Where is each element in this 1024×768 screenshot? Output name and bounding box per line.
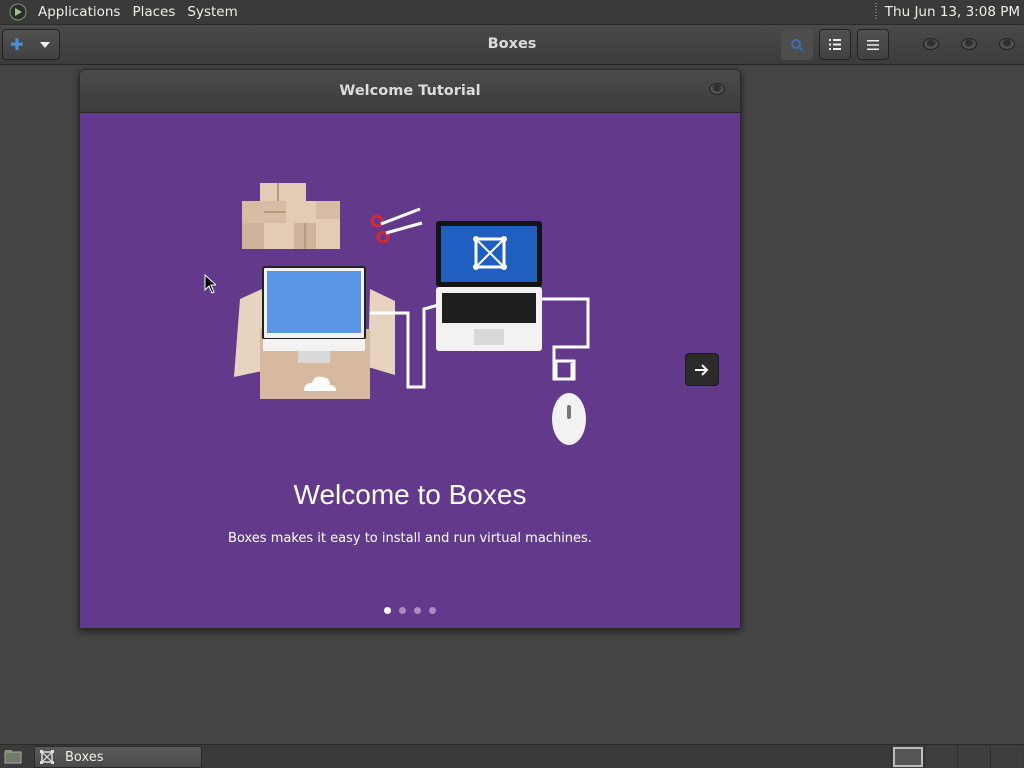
- dialog-header: Welcome Tutorial: [80, 70, 740, 113]
- minimize-icon: [923, 38, 939, 50]
- taskbar-window-boxes[interactable]: Boxes: [34, 746, 202, 768]
- panel-separator: [874, 3, 877, 21]
- computer-in-box-icon: [234, 266, 395, 399]
- dialog-close-button[interactable]: [708, 82, 726, 96]
- welcome-description: Boxes makes it easy to install and run v…: [228, 531, 592, 546]
- minimize-button[interactable]: [922, 37, 940, 51]
- bottom-panel: Boxes: [0, 744, 1024, 768]
- plus-icon: ✚: [10, 35, 24, 54]
- close-button[interactable]: [998, 37, 1016, 51]
- parcels-icon: [242, 183, 340, 249]
- dialog-title: Welcome Tutorial: [339, 83, 481, 99]
- places-menu[interactable]: Places: [126, 4, 181, 20]
- welcome-heading: Welcome to Boxes: [293, 479, 527, 510]
- maximize-icon: [961, 38, 977, 50]
- maximize-button[interactable]: [960, 37, 978, 51]
- page-dot[interactable]: [384, 607, 391, 614]
- page-dot[interactable]: [399, 607, 406, 614]
- clock[interactable]: Thu Jun 13, 3:08 PM: [885, 4, 1024, 20]
- page-indicator: [80, 607, 740, 614]
- chevron-down-icon: [31, 41, 59, 48]
- header-bar: ✚ Boxes: [0, 25, 1024, 65]
- arrow-right-icon: [695, 363, 709, 376]
- mouse-icon: [552, 359, 586, 445]
- boxes-illustration: [234, 183, 590, 445]
- workspace-4[interactable]: [990, 746, 1023, 768]
- welcome-tutorial-dialog: Welcome Tutorial Welcome to Boxes Boxes …: [79, 69, 741, 629]
- search-icon: [791, 38, 804, 52]
- taskbar-window-label: Boxes: [65, 749, 104, 765]
- close-icon: [709, 83, 725, 95]
- close-icon: [999, 38, 1015, 50]
- applications-menu[interactable]: Applications: [32, 4, 126, 20]
- mouse-cursor-icon: [204, 274, 216, 294]
- search-button[interactable]: [781, 29, 813, 60]
- workspace-3[interactable]: [957, 746, 990, 768]
- new-box-button[interactable]: ✚: [2, 29, 60, 60]
- system-menu[interactable]: System: [181, 4, 243, 20]
- list-view-button[interactable]: [819, 29, 851, 60]
- top-panel: Applications Places System Thu Jun 13, 3…: [0, 0, 1024, 25]
- workspace-1[interactable]: [891, 746, 924, 768]
- page-dot[interactable]: [414, 607, 421, 614]
- next-page-button[interactable]: [685, 353, 719, 386]
- workspace-2[interactable]: [924, 746, 957, 768]
- desktop-icon: [4, 750, 22, 764]
- show-desktop-button[interactable]: [2, 748, 24, 766]
- dialog-body: Welcome to Boxes Boxes makes it easy to …: [80, 113, 740, 628]
- page-dot[interactable]: [429, 607, 436, 614]
- menu-button[interactable]: [857, 29, 889, 60]
- laptop-icon: [436, 221, 542, 351]
- menu-icon: [867, 39, 879, 50]
- mate-logo-icon: [8, 2, 28, 22]
- workspace-switcher: [891, 746, 1023, 768]
- list-view-icon: [829, 39, 841, 50]
- boxes-app-icon: [39, 749, 57, 765]
- scissors-icon: [370, 207, 423, 244]
